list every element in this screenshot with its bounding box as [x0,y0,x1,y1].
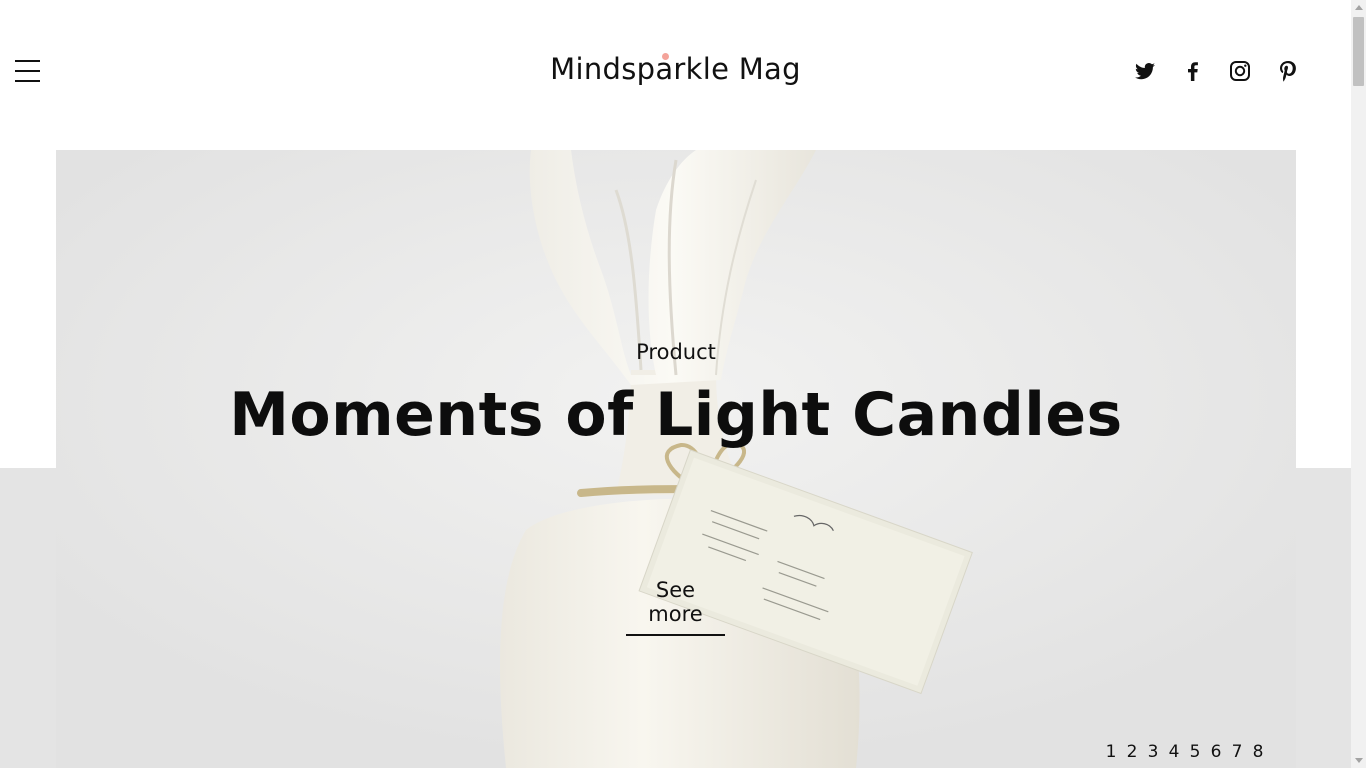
scrollbar-thumb[interactable] [1353,17,1364,86]
pinterest-icon[interactable] [1276,59,1300,83]
scroll-down-arrow-icon[interactable] [1355,758,1363,763]
page-link-3[interactable]: 3 [1146,742,1160,762]
logo-dot [662,53,669,60]
page-link-5[interactable]: 5 [1188,742,1202,762]
scroll-up-arrow-icon[interactable] [1355,5,1363,10]
page-link-2[interactable]: 2 [1125,742,1139,762]
instagram-icon[interactable] [1228,59,1252,83]
hero-slide[interactable]: Product Moments of Light Candles See mor… [56,150,1296,768]
hero-category[interactable]: Product [56,340,1296,364]
page-link-8[interactable]: 8 [1251,742,1265,762]
slide-pagination: 1 2 3 4 5 6 7 8 [1104,742,1265,762]
page-link-4[interactable]: 4 [1167,742,1181,762]
page-link-7[interactable]: 7 [1230,742,1244,762]
page-link-6[interactable]: 6 [1209,742,1223,762]
facebook-icon[interactable] [1181,59,1205,83]
hero-image [56,150,1296,768]
hero-title[interactable]: Moments of Light Candles [56,380,1296,450]
twitter-icon[interactable] [1133,59,1157,83]
page-link-1[interactable]: 1 [1104,742,1118,762]
page: Mindsparkle Mag Product Moments of Light… [0,0,1366,768]
see-more-button[interactable]: See more [626,578,725,636]
vertical-scrollbar[interactable] [1351,0,1366,768]
